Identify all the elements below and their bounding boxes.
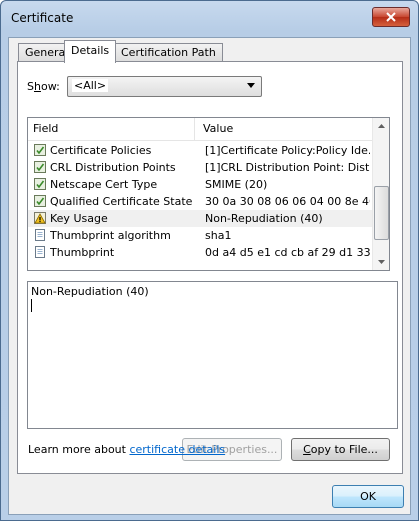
document-icon xyxy=(33,245,47,259)
field-list[interactable]: Field Value Certificate Policies [1]Certi… xyxy=(27,117,390,271)
value-detail-box[interactable]: Non-Repudiation (40) xyxy=(27,281,398,429)
close-icon xyxy=(386,12,396,22)
list-header: Field Value xyxy=(28,118,373,141)
row-value: [1]CRL Distribution Point: Distr... xyxy=(205,161,370,174)
column-divider[interactable] xyxy=(194,118,195,140)
value-detail-text: Non-Repudiation (40) xyxy=(31,285,149,298)
ok-button[interactable]: OK xyxy=(332,485,404,508)
title-bar[interactable]: Certificate xyxy=(1,1,418,37)
cert-field-icon xyxy=(33,194,47,208)
list-row[interactable]: Certificate Policies [1]Certificate Polic… xyxy=(28,142,373,159)
learn-more: Learn more about certificate details xyxy=(28,443,225,456)
details-panel: Show: <All> Field Value Certificate Poli… xyxy=(17,61,403,474)
chevron-down-icon xyxy=(377,260,385,264)
certificate-dialog: Certificate General Details Certificatio… xyxy=(0,0,419,521)
tab-details[interactable]: Details xyxy=(64,40,117,63)
list-row[interactable]: CRL Distribution Points [1]CRL Distributi… xyxy=(28,159,373,176)
row-value: 30 0a 30 08 06 06 04 00 8e 46... xyxy=(205,195,370,208)
row-field: Thumbprint xyxy=(50,246,115,259)
cert-field-icon xyxy=(33,160,47,174)
row-field: Netscape Cert Type xyxy=(50,178,158,191)
row-value: [1]Certificate Policy:Policy Ide... xyxy=(205,144,370,157)
window-title: Certificate xyxy=(11,11,74,25)
list-row[interactable]: Key Usage Non-Repudiation (40) xyxy=(28,210,373,227)
cert-field-icon xyxy=(33,177,47,191)
row-field: CRL Distribution Points xyxy=(50,161,176,174)
show-label: Show: xyxy=(27,80,60,93)
scroll-up-button[interactable] xyxy=(373,118,389,134)
chevron-up-icon xyxy=(377,124,385,128)
row-value: Non-Repudiation (40) xyxy=(205,212,323,225)
show-dropdown-value: <All> xyxy=(72,79,109,92)
close-button[interactable] xyxy=(372,7,410,27)
scroll-down-button[interactable] xyxy=(373,254,389,270)
chevron-down-icon xyxy=(247,83,255,88)
tab-certification-path[interactable]: Certification Path xyxy=(114,43,223,62)
row-field: Thumbprint algorithm xyxy=(50,229,171,242)
learn-more-text: Learn more about xyxy=(28,443,130,456)
list-row[interactable]: Qualified Certificate Statem... 30 0a 30 … xyxy=(28,193,373,210)
text-caret xyxy=(31,299,32,312)
column-header-value[interactable]: Value xyxy=(203,122,233,135)
row-value: SMIME (20) xyxy=(205,178,268,191)
list-row[interactable]: Netscape Cert Type SMIME (20) xyxy=(28,176,373,193)
row-value: 0d a4 d5 e1 cd cb af 29 d1 33 ... xyxy=(205,246,370,259)
cert-field-icon xyxy=(33,143,47,157)
column-header-field[interactable]: Field xyxy=(33,122,58,135)
copy-to-file-button[interactable]: Copy to File... xyxy=(291,438,390,461)
scroll-thumb[interactable] xyxy=(374,186,389,240)
row-field: Key Usage xyxy=(50,212,108,225)
list-row[interactable]: Thumbprint 0d a4 d5 e1 cd cb af 29 d1 33 … xyxy=(28,244,373,261)
warning-icon xyxy=(33,211,47,225)
row-field: Qualified Certificate Statem... xyxy=(50,195,192,208)
list-row[interactable]: Thumbprint algorithm sha1 xyxy=(28,227,373,244)
row-value: sha1 xyxy=(205,229,232,242)
row-field: Certificate Policies xyxy=(50,144,152,157)
dialog-body: General Details Certification Path Show:… xyxy=(8,37,411,515)
show-dropdown[interactable]: <All> xyxy=(67,76,262,97)
document-icon xyxy=(33,228,47,242)
certificate-details-link[interactable]: certificate details xyxy=(129,443,225,456)
vertical-scrollbar[interactable] xyxy=(372,118,389,270)
